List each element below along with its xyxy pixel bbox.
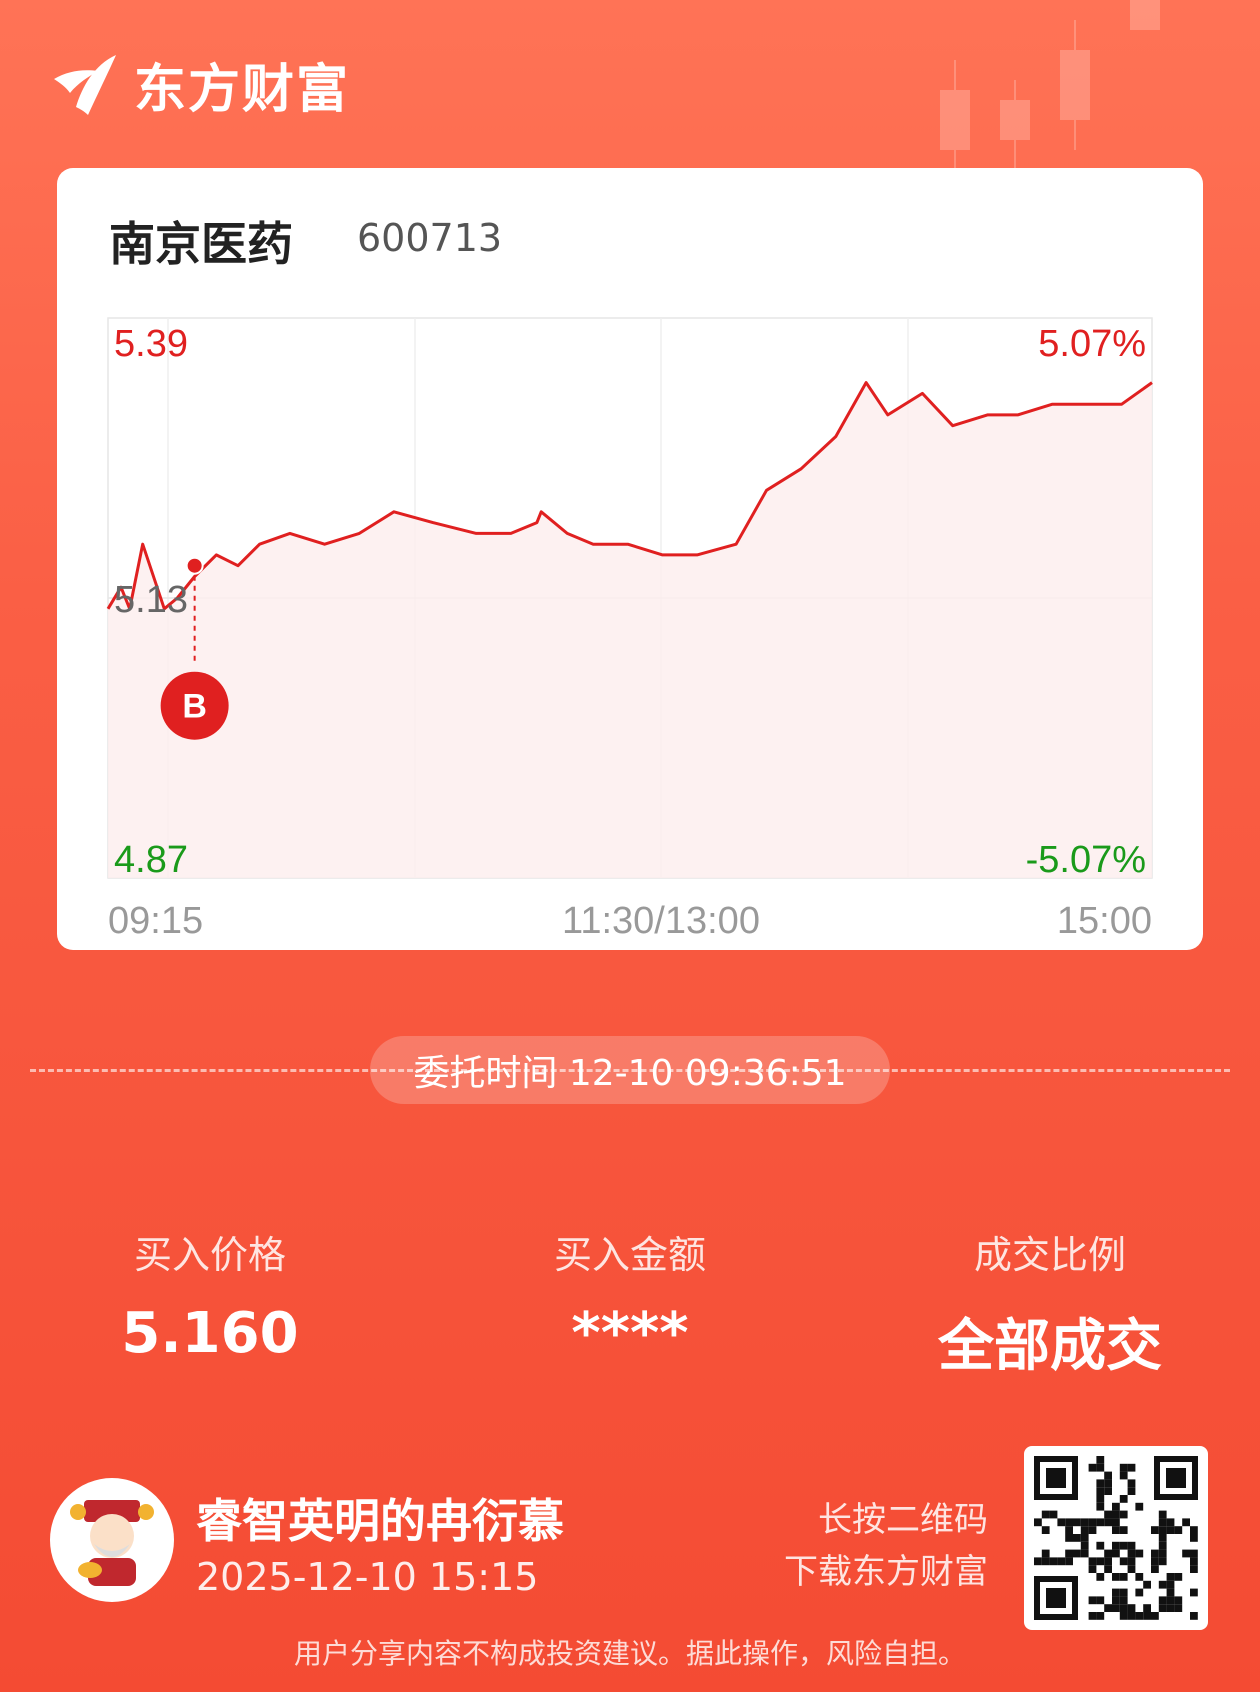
qr-hint-line1: 长按二维码 xyxy=(818,1500,988,1540)
x-label-open: 09:15 xyxy=(108,900,203,942)
y-label-mid: 5.13 xyxy=(114,579,188,621)
user-avatar[interactable] xyxy=(50,1478,174,1602)
x-label-close: 15:00 xyxy=(1057,900,1152,942)
qr-code-icon[interactable] xyxy=(1024,1446,1208,1630)
buy-badge-label: B xyxy=(182,688,207,726)
stat-fill-ratio-label: 成交比例 xyxy=(973,1233,1126,1277)
stat-buy-price-value: 5.160 xyxy=(121,1301,299,1366)
qr-hint: 长按二维码 下载东方财富 xyxy=(784,1494,988,1598)
order-time-pill: 委托时间 12-10 09:36:51 xyxy=(370,1036,890,1104)
fortune-god-avatar-icon xyxy=(70,1500,154,1586)
eastmoney-logo-icon xyxy=(54,55,116,115)
stat-buy-amount: 买入金额 **** xyxy=(450,1224,810,1366)
y-pct-top: 5.07% xyxy=(1038,323,1146,365)
stat-fill-ratio: 成交比例 全部成交 xyxy=(870,1224,1230,1382)
risk-disclaimer: 用户分享内容不构成投资建议。据此操作，风险自担。 xyxy=(293,1637,966,1670)
price-area-fill xyxy=(108,382,1152,878)
brand-logo: 东方财富 xyxy=(48,48,350,120)
intraday-price-chart: 5.39 5.13 4.87 5.07% -5.07% 09:15 11:30/… xyxy=(106,317,1153,942)
y-label-top: 5.39 xyxy=(114,323,188,365)
stat-buy-amount-label: 买入金额 xyxy=(553,1233,706,1277)
y-label-bottom: 4.87 xyxy=(114,839,188,881)
user-name: 睿智英明的冉衍慕 xyxy=(196,1494,564,1548)
x-label-midday: 11:30/13:00 xyxy=(562,900,760,942)
stock-chart-card: 南京医药 600713 5.39 5.13 4.87 5.07% -5.07% … xyxy=(57,168,1203,950)
brand-name: 东方财富 xyxy=(134,59,351,120)
y-pct-bottom: -5.07% xyxy=(1026,839,1146,881)
buy-marker-dot xyxy=(185,556,204,575)
stat-buy-price-label: 买入价格 xyxy=(133,1233,286,1277)
share-time: 2025-12-10 15:15 xyxy=(196,1555,539,1599)
qr-hint-line2: 下载东方财富 xyxy=(784,1552,988,1592)
stat-fill-ratio-value: 全部成交 xyxy=(938,1314,1162,1379)
stat-buy-price: 买入价格 5.160 xyxy=(30,1224,390,1366)
stat-buy-amount-value: **** xyxy=(571,1301,689,1366)
